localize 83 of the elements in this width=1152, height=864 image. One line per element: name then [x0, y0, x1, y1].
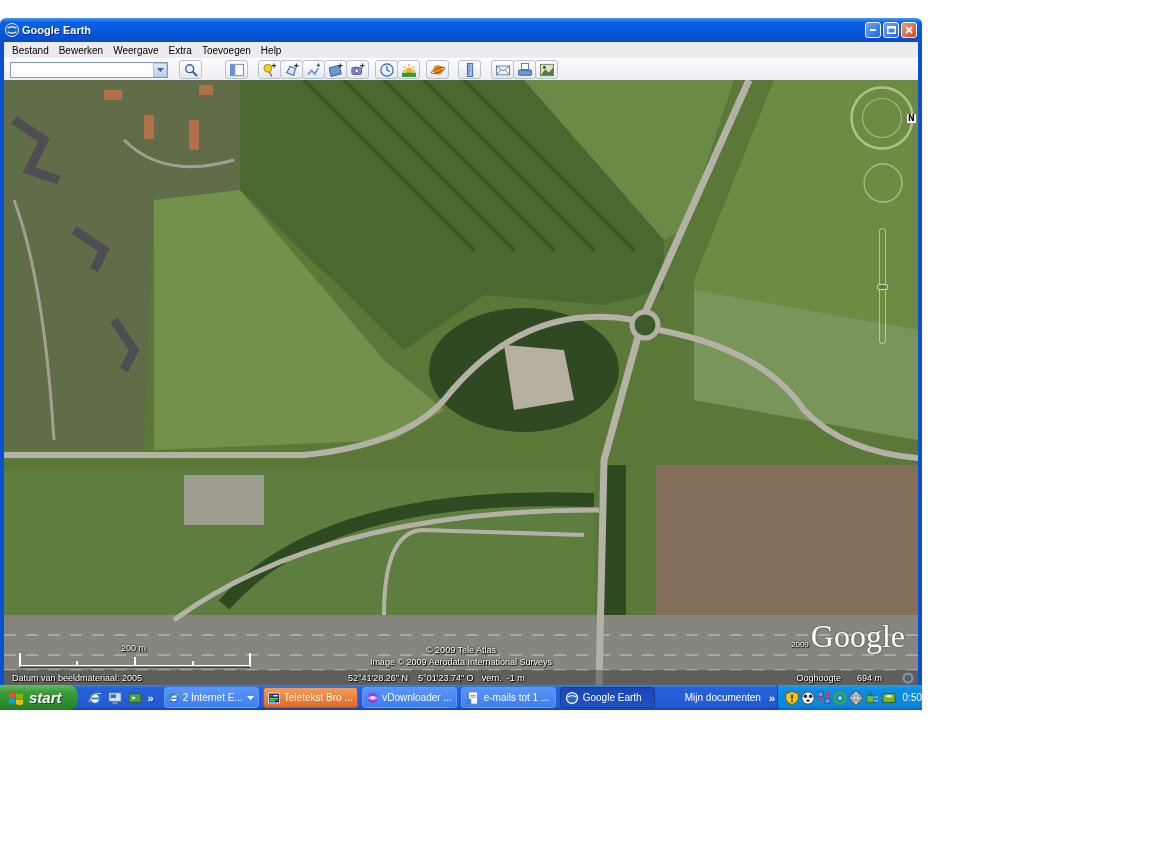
save-image-button[interactable]: [535, 60, 558, 79]
camera-icon: [350, 62, 365, 77]
zoom-slider-thumb[interactable]: [877, 284, 888, 291]
email-button[interactable]: [491, 60, 514, 79]
network-icon: [817, 690, 832, 705]
plug-icon: [865, 690, 880, 705]
eye-altitude-label: Ooghoogte: [796, 671, 841, 684]
copyright-text: Image © 2009 Aerodata International Surveys: [369, 656, 553, 668]
clock: 0:50: [902, 692, 922, 703]
more-button[interactable]: »: [766, 689, 777, 706]
ring-icon: [833, 690, 848, 705]
sunlight-button[interactable]: [397, 60, 420, 79]
media-icon: [127, 690, 142, 705]
copyright-text: © 2009 Tele Atlas: [426, 644, 496, 656]
sidebar-button[interactable]: [225, 60, 248, 79]
taskbar-button[interactable]: e-mails tot 1 ...: [460, 687, 556, 708]
path-button[interactable]: [302, 60, 325, 79]
globe-icon: [564, 690, 579, 705]
eye-altitude-value: 694 m: [857, 671, 882, 684]
menu-item[interactable]: Toevoegen: [197, 43, 255, 57]
taskbar-button[interactable]: 2 Internet E...: [163, 687, 259, 708]
menu-item[interactable]: Weergave: [109, 43, 163, 57]
globe-icon: [849, 690, 864, 705]
clock-icon: [379, 62, 394, 77]
more-button[interactable]: »: [145, 689, 156, 706]
ruler-button[interactable]: [458, 60, 481, 79]
maximize-icon: [886, 26, 896, 34]
television-icon: [267, 690, 280, 705]
taskbar-button[interactable]: Google Earth: [559, 687, 655, 708]
historical-imagery-button[interactable]: [375, 60, 398, 79]
search-icon: [183, 62, 198, 77]
display-card-icon: [881, 690, 896, 705]
menu-item[interactable]: Extra: [164, 43, 196, 57]
scale-label: 200 m: [121, 643, 147, 653]
tray-button[interactable]: [801, 688, 816, 707]
shield-icon: [785, 690, 800, 705]
planet-button[interactable]: [426, 60, 449, 79]
record-tour-button[interactable]: [346, 60, 369, 79]
documents-button[interactable]: Mijn documenten: [682, 692, 763, 703]
browser-icon: [87, 690, 102, 705]
document-icon: [465, 690, 480, 705]
taskbar-button[interactable]: vDownloader ...: [361, 687, 457, 708]
menu-item[interactable]: Bestand: [8, 43, 53, 57]
polygon-icon: [284, 62, 299, 77]
ball-icon: [366, 690, 379, 705]
close-icon: [905, 26, 913, 34]
streaming-ring-icon: [902, 671, 914, 684]
search-field[interactable]: [10, 61, 168, 78]
imagery-date: Datum van beeldmateriaal: 2005: [12, 671, 143, 684]
window-title: Google Earth: [22, 24, 92, 36]
latitude-text: 52°41'28.26" N: [348, 671, 409, 684]
close-button[interactable]: [901, 22, 917, 38]
panda-icon: [801, 690, 816, 705]
desktop-icon: [107, 690, 122, 705]
menu-item[interactable]: Bewerken: [54, 43, 108, 57]
maximize-button[interactable]: [883, 22, 899, 38]
image-overlay-button[interactable]: [324, 60, 347, 79]
menu-item[interactable]: Help: [256, 43, 286, 57]
minimize-button[interactable]: [865, 22, 881, 38]
picture-icon: [328, 62, 343, 77]
globe-icon: [5, 23, 19, 37]
search-button[interactable]: [179, 60, 202, 79]
envelope-icon: [495, 62, 510, 77]
north-label: N: [907, 114, 916, 123]
caret-icon: [156, 67, 164, 72]
landscape-icon: [539, 62, 554, 77]
placemark-button[interactable]: [258, 60, 281, 79]
polygon-button[interactable]: [280, 60, 303, 79]
longitude-text: 5°01'23.74" O: [418, 671, 474, 684]
printer-icon: [517, 62, 532, 77]
print-button[interactable]: [513, 60, 536, 79]
flag-icon: [8, 689, 24, 706]
pushpin-icon: [262, 62, 277, 77]
start-button[interactable]: start: [0, 685, 78, 710]
zoom-slider[interactable]: [879, 228, 886, 344]
elevation-text: vern. -1 m: [481, 671, 525, 684]
planet-icon: [430, 62, 445, 77]
panel-icon: [229, 62, 244, 77]
path-icon: [306, 62, 321, 77]
logo-year: 2009: [791, 639, 809, 651]
sun-icon: [401, 62, 416, 77]
minimize-icon: [870, 29, 876, 31]
dropdown-button[interactable]: [153, 62, 167, 77]
